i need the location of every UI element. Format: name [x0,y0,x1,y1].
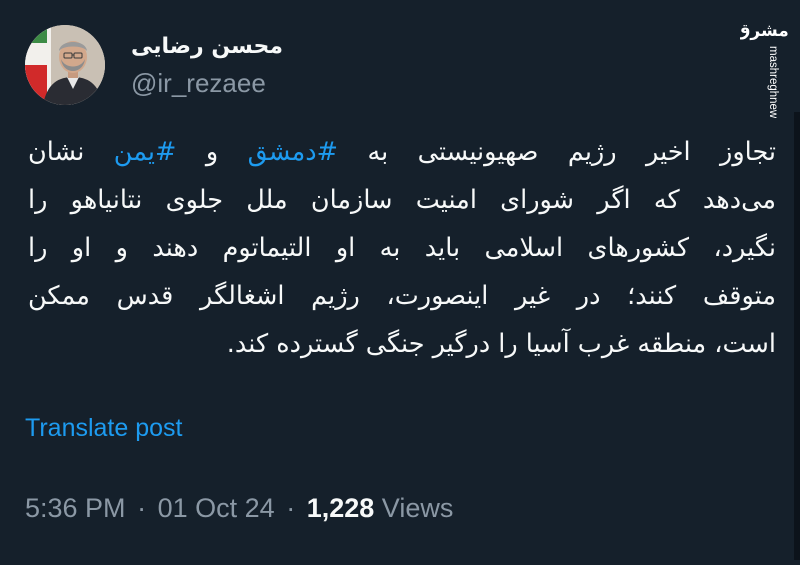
meta-separator: · [137,493,147,523]
tweet-text-fragment: نشان [28,137,114,167]
mashregh-watermark-logo: مشرق mashreghnews.ir [735,6,792,134]
hashtag-damascus[interactable]: #دمشق [248,137,338,167]
edge-shadow [794,112,800,560]
tweet-text-fragment: تجاوز اخیر رژیم صهیونیستی به [338,137,777,167]
tweet-line-3: نگیرد، کشورهای اسلامی باید به او التیمات… [28,233,776,263]
meta-separator: · [286,493,296,523]
tweet-text-fragment: و [176,137,248,167]
tweet-time[interactable]: 5:36 PM [25,493,126,523]
avatar-photo [25,25,105,105]
views-count: 1,228 [306,493,375,523]
tweet-line-1: تجاوز اخیر رژیم صهیونیستی به #دمشق و #یم… [28,128,776,176]
svg-text:مشرق: مشرق [740,21,789,41]
tweet-line-2: می‌دهد که اگر شورای امنیت سازمان ملل جلو… [28,185,776,215]
tweet-date[interactable]: 01 Oct 24 [158,493,275,523]
svg-text:mashreghnews.ir: mashreghnews.ir [767,46,779,118]
tweet-line-4: متوقف کنند؛ در غیر اینصورت، رژیم اشغالگر… [28,281,776,311]
hashtag-yemen[interactable]: #یمن [114,137,177,167]
avatar[interactable] [25,25,105,105]
tweet-meta: 5:36 PM · 01 Oct 24 · 1,228 Views [25,493,453,524]
tweet-text: تجاوز اخیر رژیم صهیونیستی به #دمشق و #یم… [28,128,776,368]
views-label: Views [381,493,454,523]
tweet-line-5: است، منطقه غرب آسیا را درگیر جنگی گسترده… [226,329,776,359]
author-display-name[interactable]: محسن رضایی [131,34,283,59]
translate-post-link[interactable]: Translate post [25,414,182,443]
author-handle[interactable]: @ir_rezaee [131,68,266,99]
